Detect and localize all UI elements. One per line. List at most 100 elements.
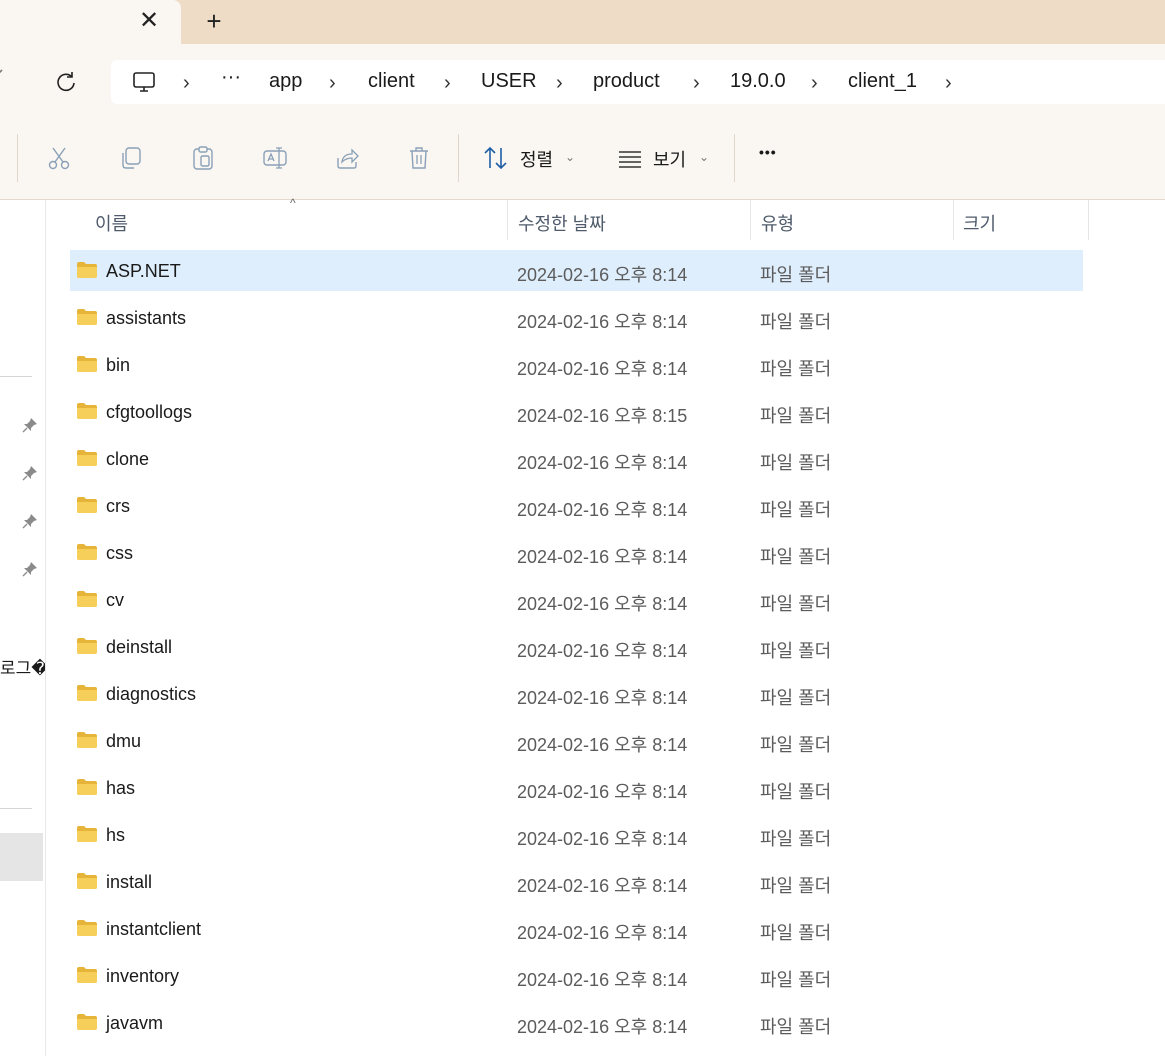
file-name[interactable]: cfgtoollogs	[106, 402, 192, 423]
folder-icon	[76, 637, 98, 655]
table-row[interactable]: cfgtoollogs 2024-02-16 오후 8:15 파일 폴더	[70, 390, 1084, 437]
rename-icon[interactable]	[261, 144, 289, 172]
file-type: 파일 폴더	[760, 641, 832, 661]
breadcrumb-user[interactable]: USER	[481, 70, 537, 93]
pin-icon[interactable]	[22, 465, 38, 481]
file-name[interactable]: install	[106, 872, 152, 893]
folder-icon	[76, 308, 98, 326]
file-name[interactable]: dmu	[106, 731, 141, 752]
file-name[interactable]: ASP.NET	[106, 261, 181, 282]
folder-icon	[76, 966, 98, 984]
tab-active[interactable]: ✕	[0, 0, 181, 44]
new-tab-button[interactable]: +	[199, 6, 229, 36]
nav-item-selected[interactable]	[0, 833, 43, 881]
file-name[interactable]: css	[106, 543, 133, 564]
file-date: 2024-02-16 오후 8:14	[517, 688, 688, 708]
table-row[interactable]: bin 2024-02-16 오후 8:14 파일 폴더	[70, 343, 1084, 390]
table-row[interactable]: has 2024-02-16 오후 8:14 파일 폴더	[70, 766, 1084, 813]
table-row[interactable]: ASP.NET 2024-02-16 오후 8:14 파일 폴더	[70, 249, 1084, 296]
breadcrumb-chevron-icon[interactable]: ›	[183, 72, 190, 95]
back-arrow-icon[interactable]	[0, 66, 10, 92]
paste-icon[interactable]	[189, 144, 217, 172]
this-pc-icon[interactable]	[131, 69, 157, 95]
sort-icon[interactable]	[482, 144, 510, 172]
file-date: 2024-02-16 오후 8:14	[517, 782, 688, 802]
delete-icon[interactable]	[405, 144, 433, 172]
table-row[interactable]: inventory 2024-02-16 오후 8:14 파일 폴더	[70, 954, 1084, 1001]
breadcrumb-chevron-icon[interactable]: ›	[811, 72, 818, 95]
breadcrumb-version[interactable]: 19.0.0	[730, 70, 786, 93]
toolbar-divider	[734, 134, 735, 182]
file-name[interactable]: crs	[106, 496, 130, 517]
breadcrumb-chevron-icon[interactable]: ›	[329, 72, 336, 95]
table-row[interactable]: cv 2024-02-16 오후 8:14 파일 폴더	[70, 578, 1084, 625]
folder-icon	[76, 449, 98, 467]
pin-icon[interactable]	[22, 513, 38, 529]
copy-icon[interactable]	[117, 144, 145, 172]
table-row[interactable]: hs 2024-02-16 오후 8:14 파일 폴더	[70, 813, 1084, 860]
more-options-button[interactable]: •••	[759, 144, 777, 160]
table-row[interactable]: javavm 2024-02-16 오후 8:14 파일 폴더	[70, 1001, 1084, 1048]
pin-icon[interactable]	[22, 561, 38, 577]
file-name[interactable]: cv	[106, 590, 124, 611]
chevron-down-icon[interactable]: ⌄	[565, 150, 575, 164]
breadcrumb-client-1[interactable]: client_1	[848, 70, 917, 93]
nav-item-label[interactable]: 로그�	[0, 654, 45, 679]
file-type: 파일 폴더	[760, 359, 832, 379]
share-icon[interactable]	[333, 144, 361, 172]
breadcrumb-chevron-icon[interactable]: ›	[945, 72, 952, 95]
refresh-icon[interactable]	[52, 68, 80, 96]
table-row[interactable]: css 2024-02-16 오후 8:14 파일 폴더	[70, 531, 1084, 578]
file-name[interactable]: bin	[106, 355, 130, 376]
file-type: 파일 폴더	[760, 312, 832, 332]
table-row[interactable]: deinstall 2024-02-16 오후 8:14 파일 폴더	[70, 625, 1084, 672]
cut-icon[interactable]	[45, 144, 73, 172]
column-divider[interactable]	[1088, 200, 1089, 240]
breadcrumb-client[interactable]: client	[368, 70, 415, 93]
folder-icon	[76, 1013, 98, 1031]
file-name[interactable]: deinstall	[106, 637, 172, 658]
file-name[interactable]: javavm	[106, 1013, 163, 1034]
view-icon[interactable]	[616, 144, 644, 172]
close-tab-icon[interactable]: ✕	[134, 6, 164, 36]
file-type: 파일 폴더	[760, 265, 832, 285]
address-bar[interactable]: › ··· app › client › USER › product › 19…	[111, 60, 1165, 104]
breadcrumb-chevron-icon[interactable]: ›	[693, 72, 700, 95]
table-row[interactable]: dmu 2024-02-16 오후 8:14 파일 폴더	[70, 719, 1084, 766]
view-button[interactable]: 보기	[653, 146, 686, 172]
breadcrumb-ellipsis[interactable]: ···	[221, 66, 241, 89]
file-name[interactable]: has	[106, 778, 135, 799]
file-type: 파일 폴더	[760, 500, 832, 520]
pin-icon[interactable]	[22, 417, 38, 433]
table-row[interactable]: diagnostics 2024-02-16 오후 8:14 파일 폴더	[70, 672, 1084, 719]
breadcrumb-chevron-icon[interactable]: ›	[556, 72, 563, 95]
sort-button[interactable]: 정렬	[520, 146, 553, 172]
file-name[interactable]: clone	[106, 449, 149, 470]
column-header-date-label: 수정한 날짜	[518, 214, 606, 234]
file-name[interactable]: diagnostics	[106, 684, 196, 705]
file-date: 2024-02-16 오후 8:14	[517, 829, 688, 849]
column-header-name[interactable]: 이름	[70, 200, 507, 240]
table-row[interactable]: clone 2024-02-16 오후 8:14 파일 폴더	[70, 437, 1084, 484]
breadcrumb-chevron-icon[interactable]: ›	[444, 72, 451, 95]
file-name[interactable]: assistants	[106, 308, 186, 329]
table-row[interactable]: assistants 2024-02-16 오후 8:14 파일 폴더	[70, 296, 1084, 343]
table-row[interactable]: crs 2024-02-16 오후 8:14 파일 폴더	[70, 484, 1084, 531]
table-row[interactable]: instantclient 2024-02-16 오후 8:14 파일 폴더	[70, 907, 1084, 954]
column-header-type-label: 유형	[761, 214, 795, 234]
file-name[interactable]: inventory	[106, 966, 179, 987]
chevron-down-icon[interactable]: ⌄	[699, 150, 709, 164]
table-row[interactable]: install 2024-02-16 오후 8:14 파일 폴더	[70, 860, 1084, 907]
column-header-type[interactable]: 유형	[751, 200, 953, 240]
file-name[interactable]: instantclient	[106, 919, 201, 940]
column-header-date[interactable]: 수정한 날짜	[508, 200, 750, 240]
file-type: 파일 폴더	[760, 970, 832, 990]
breadcrumb-app[interactable]: app	[269, 70, 302, 93]
file-date: 2024-02-16 오후 8:14	[517, 312, 688, 332]
file-type: 파일 폴더	[760, 406, 832, 426]
folder-icon	[76, 919, 98, 937]
file-name[interactable]: hs	[106, 825, 125, 846]
column-header-size[interactable]: 크기	[954, 200, 1088, 240]
folder-icon	[76, 825, 98, 843]
breadcrumb-product[interactable]: product	[593, 70, 660, 93]
